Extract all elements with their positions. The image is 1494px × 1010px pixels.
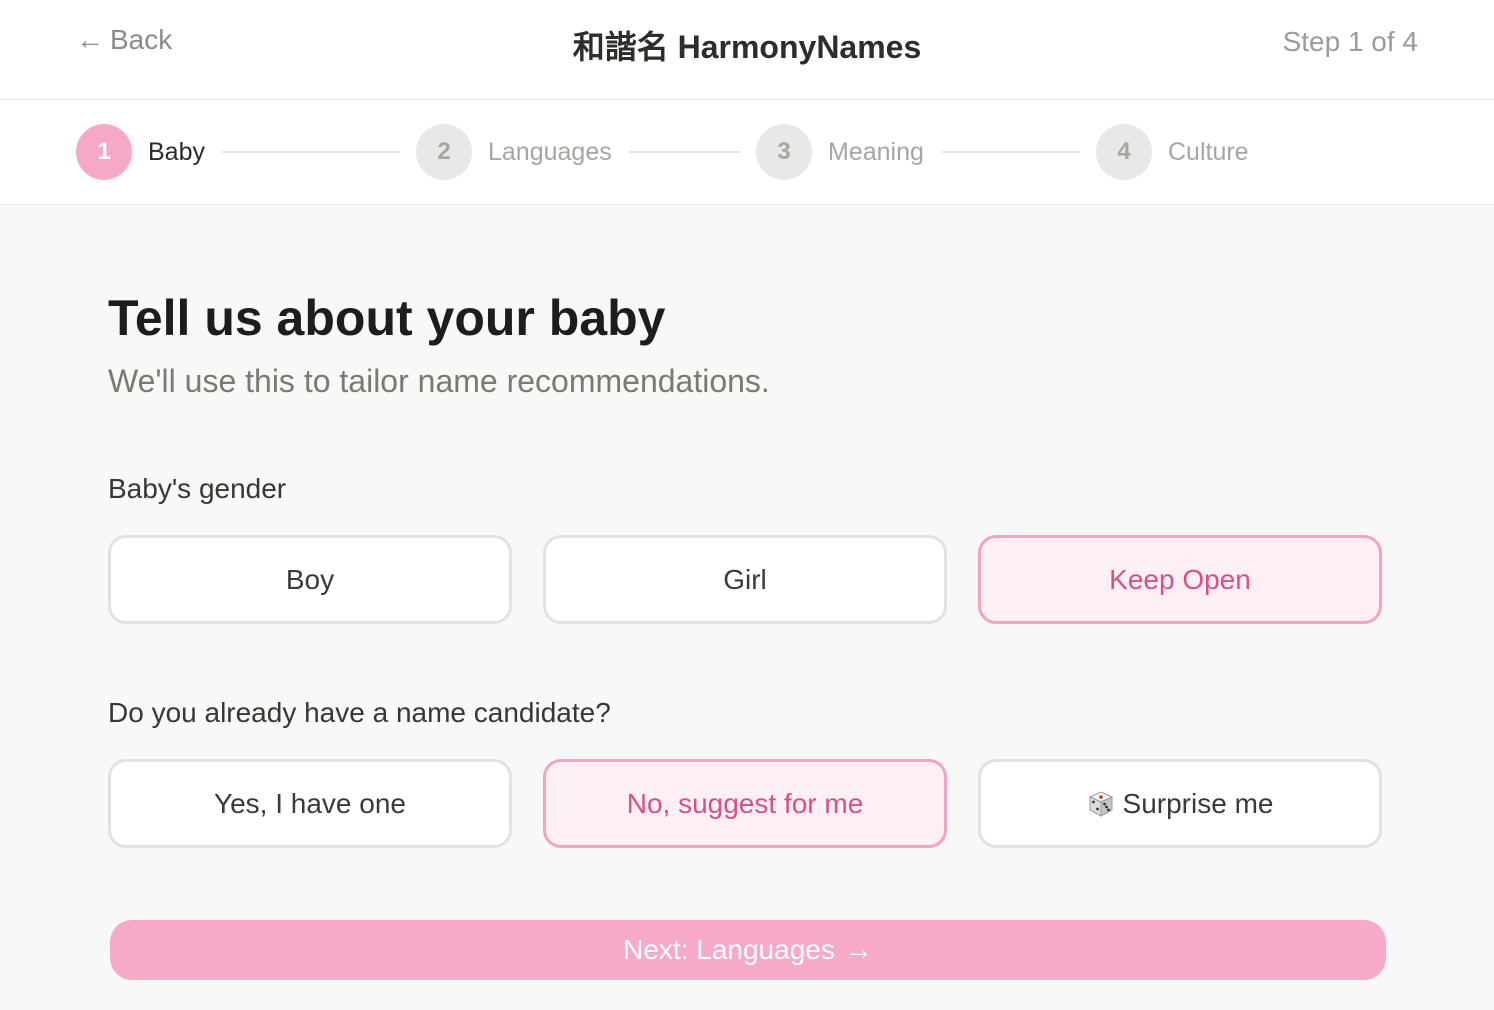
back-label: Back [110,24,173,55]
option-label: Yes, I have one [213,787,406,819]
candidate-option-suggest[interactable]: No, suggest for me [543,759,947,848]
option-label: Boy [285,563,335,595]
gender-option-girl[interactable]: Girl [543,535,947,624]
option-label: Girl [723,563,767,595]
next-button[interactable]: Next: Languages → [110,920,1386,980]
step-meaning[interactable]: 3 Meaning [756,124,924,180]
arrow-left-icon: ← [76,24,104,55]
candidate-option-yes[interactable]: Yes, I have one [108,759,512,848]
option-label: Keep Open [1109,563,1251,595]
step-label: Meaning [828,137,924,166]
page-subtitle: We'll use this to tailor name recommenda… [108,363,770,399]
progress-stepper: 1 Baby 2 Languages 3 Meaning 4 Culture [0,100,1494,205]
page-title: Tell us about your baby [108,290,666,346]
app-title: 和諧名 HarmonyNames [572,29,922,65]
candidate-label: Do you already have a name candidate? [108,697,611,728]
step-baby[interactable]: 1 Baby [76,124,205,180]
step-number-badge: 4 [1096,124,1152,180]
step-connector [222,151,400,153]
top-bar: ← Back 和諧名 HarmonyNames Step 1 of 4 [0,0,1494,100]
step-culture[interactable]: 4 Culture [1096,124,1249,180]
step-label: Baby [148,137,205,166]
option-label: Surprise me [1122,787,1274,819]
step-number-badge: 3 [756,124,812,180]
option-label: No, suggest for me [626,787,864,819]
candidate-option-surprise[interactable]: Surprise me [978,759,1382,848]
back-button[interactable]: ← Back [76,24,172,56]
gender-option-boy[interactable]: Boy [108,535,512,624]
step-label: Languages [488,137,612,166]
step-number-badge: 1 [76,124,132,180]
gender-option-keep-open[interactable]: Keep Open [978,535,1382,624]
arrow-right-icon: → [844,934,873,965]
dice-icon [1088,790,1113,817]
step-indicator: Step 1 of 4 [1282,26,1418,57]
step-connector [942,151,1080,153]
step-connector [629,151,740,153]
step-label: Culture [1168,137,1249,166]
next-button-label: Next: Languages [623,934,835,965]
step-number-badge: 2 [416,124,472,180]
step-languages[interactable]: 2 Languages [416,124,612,180]
gender-label: Baby's gender [108,473,287,504]
